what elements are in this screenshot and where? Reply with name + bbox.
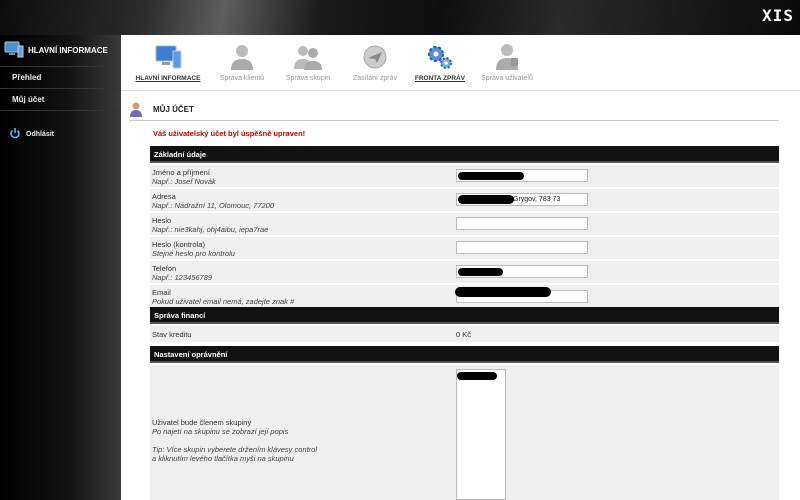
row-email: Email Pokud uživatel email nemá, zadejte … bbox=[150, 285, 779, 307]
nav-sprava-klientu[interactable]: Správa klientů bbox=[207, 41, 277, 82]
password-check-label: Heslo (kontrola) bbox=[152, 240, 205, 249]
row-phone: Telefon Např.: 123456789 bbox=[150, 261, 779, 283]
row-credit: Stav kreditu 0 Kč bbox=[150, 326, 779, 342]
address-hint: Např.: Nádražní 11, Olomouc, 77200 bbox=[152, 201, 275, 210]
nav-fronta-zprav[interactable]: Fronta zpráv bbox=[405, 41, 475, 82]
sidebar-item-muj-ucet[interactable]: Můj účet bbox=[0, 89, 121, 111]
email-label: Email bbox=[152, 288, 171, 297]
phone-label: Telefon bbox=[152, 264, 177, 273]
sidebar-item-prehled[interactable]: Přehled bbox=[0, 67, 121, 89]
computer-icon bbox=[133, 41, 203, 73]
password-label: Heslo bbox=[152, 216, 172, 225]
user-avatar-icon bbox=[129, 101, 143, 119]
redaction bbox=[458, 268, 503, 276]
name-hint: Např.: Josef Novák bbox=[152, 177, 216, 186]
row-groups: Uživatel bude členem skupiny Po najetí n… bbox=[150, 365, 779, 500]
main-content: Hlavní informace Správa klientů Správa s… bbox=[121, 35, 800, 500]
phone-hint: Např.: 123456789 bbox=[152, 273, 213, 282]
top-nav: Hlavní informace Správa klientů Správa s… bbox=[121, 35, 800, 91]
nav-label: Správa klientů bbox=[219, 75, 265, 82]
name-label: Jméno a příjmení bbox=[152, 168, 210, 177]
group-tip-2: a kliknutím levého tlačítka myši na skup… bbox=[152, 454, 294, 463]
section-permissions: Nastavení oprávnění bbox=[150, 346, 779, 363]
section-finance: Správa financí bbox=[150, 307, 779, 324]
nav-label: Hlavní informace bbox=[135, 75, 201, 82]
nav-sprava-uzivatelu[interactable]: Správa uživatelů bbox=[472, 41, 542, 82]
power-icon bbox=[9, 127, 21, 141]
email-hint: Pokud uživatel email nemá, zadejte znak … bbox=[152, 297, 295, 306]
nav-hlavni-informace[interactable]: Hlavní informace bbox=[133, 41, 203, 82]
group-label: Uživatel bude členem skupiny bbox=[152, 418, 252, 427]
top-bar: XIS bbox=[0, 0, 800, 35]
credit-label: Stav kreditu bbox=[152, 330, 192, 339]
row-password-check: Heslo (kontrola) Stejné heslo pro kontrol… bbox=[150, 237, 779, 259]
app-logo: XIS bbox=[762, 6, 794, 25]
nav-label: Správa uživatelů bbox=[481, 75, 533, 82]
section-basic: Základní údaje bbox=[150, 146, 779, 163]
row-address: Adresa Např.: Nádražní 11, Olomouc, 77200 bbox=[150, 189, 779, 211]
group-tip-1: Tip: Více skupin vyberete držením kláves… bbox=[152, 445, 318, 454]
send-icon bbox=[340, 41, 410, 73]
group-hint: Po najetí na skupinu se zobrazí její pop… bbox=[152, 427, 289, 436]
logout-label: Odhlásit bbox=[26, 130, 55, 138]
credit-value: 0 Kč bbox=[456, 330, 472, 339]
nav-label: Zasílání zpráv bbox=[353, 75, 397, 82]
password-check-hint: Stejné heslo pro kontrolu bbox=[152, 249, 235, 258]
address-label: Adresa bbox=[152, 192, 176, 201]
redaction bbox=[455, 287, 551, 297]
user-icon bbox=[207, 41, 277, 73]
sidebar-header[interactable]: Hlavní informace bbox=[0, 35, 121, 67]
redaction bbox=[458, 172, 524, 180]
redaction bbox=[458, 195, 514, 204]
nav-label: Fronta zpráv bbox=[414, 75, 466, 82]
page-title: Můj účet bbox=[153, 105, 194, 114]
sidebar-header-label: Hlavní informace bbox=[28, 46, 108, 55]
row-name: Jméno a příjmení Např.: Josef Novák bbox=[150, 165, 779, 187]
redaction bbox=[457, 372, 497, 380]
nav-label: Správa skupin bbox=[285, 75, 331, 82]
nav-sprava-skupin[interactable]: Správa skupin bbox=[273, 41, 343, 82]
logout-button[interactable]: Odhlásit bbox=[0, 117, 121, 151]
group-select[interactable] bbox=[456, 369, 506, 500]
nav-zasilani-zprav[interactable]: Zasílání zpráv bbox=[340, 41, 410, 82]
group-icon bbox=[273, 41, 343, 73]
users-admin-icon bbox=[472, 41, 542, 73]
password-field[interactable] bbox=[456, 217, 588, 230]
password-hint: Např.: nie3kahj, ohj4aibu, iepa7rae bbox=[152, 225, 269, 234]
gears-icon bbox=[405, 41, 475, 73]
monitor-icon bbox=[4, 41, 24, 61]
row-password: Heslo Např.: nie3kahj, ohj4aibu, iepa7rae bbox=[150, 213, 779, 235]
page-header: Můj účet bbox=[129, 99, 779, 121]
password-check-field[interactable] bbox=[456, 241, 588, 254]
success-message: Váš uživatelský účet byl úspěšně upraven… bbox=[153, 129, 306, 138]
sidebar: Hlavní informace Přehled Můj účet Odhlás… bbox=[0, 35, 121, 500]
